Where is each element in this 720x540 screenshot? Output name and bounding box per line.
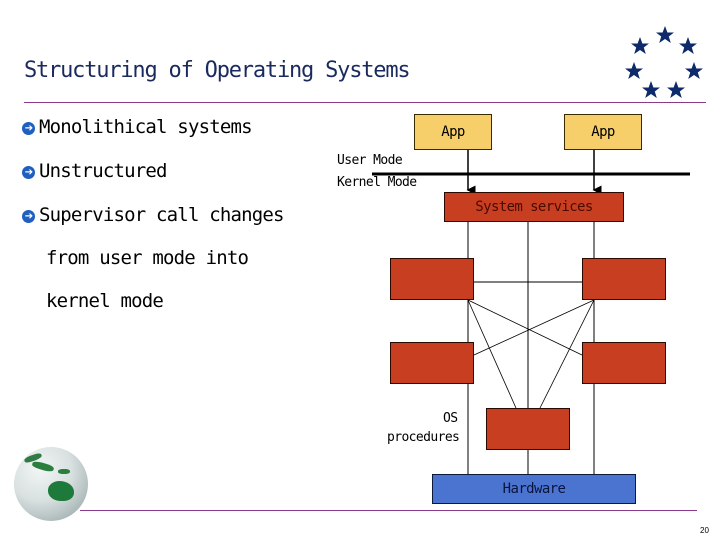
hardware-label: Hardware (502, 481, 566, 497)
connector-line (467, 299, 583, 356)
os-procedure-box (582, 258, 666, 300)
footer-divider (80, 510, 697, 511)
app-box: App (564, 114, 642, 150)
procedures-label: procedures (387, 430, 460, 445)
system-services-box: System services (444, 192, 624, 222)
os-procedure-box (390, 258, 474, 300)
app-label: App (441, 124, 465, 140)
connector-line (473, 299, 595, 356)
os-procedure-box (582, 342, 666, 384)
os-procedure-box (486, 408, 570, 450)
os-procedure-box (390, 342, 474, 384)
user-mode-label: User Mode (337, 153, 403, 168)
hardware-box: Hardware (432, 474, 636, 504)
app-box: App (414, 114, 492, 150)
connector-line (467, 299, 517, 409)
system-services-label: System services (475, 199, 593, 215)
globe-icon (14, 447, 88, 521)
kernel-mode-label: Kernel Mode (337, 175, 417, 190)
os-label: OS (443, 411, 458, 426)
app-label: App (591, 124, 615, 140)
page-number: 20 (700, 526, 709, 535)
